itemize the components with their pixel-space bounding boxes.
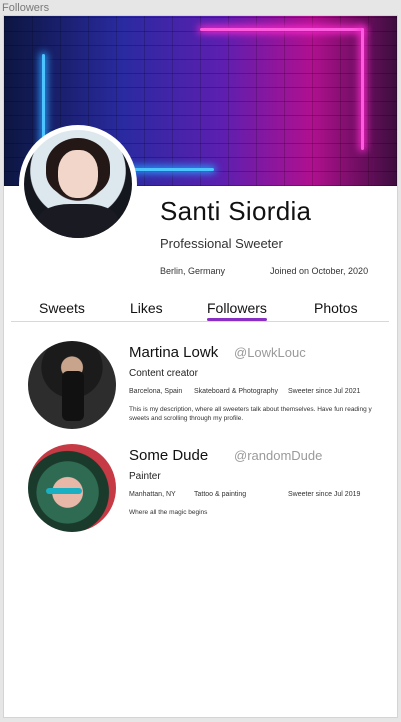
neon-line: [124, 168, 214, 171]
follower-name[interactable]: Martina Lowk: [129, 344, 218, 361]
profile-avatar-image: [24, 130, 132, 238]
profile-location: Berlin, Germany: [160, 266, 226, 276]
follower-interests: Skateboard & Photography: [194, 388, 279, 395]
follower-location: Manhattan, NY: [129, 491, 176, 498]
avatar-figure: [62, 371, 84, 421]
profile-joined: Joined on October, 2020: [270, 266, 369, 276]
follower-avatar[interactable]: [28, 444, 116, 532]
follower-handle[interactable]: @LowkLouc: [234, 345, 306, 360]
follower-avatar[interactable]: [28, 341, 116, 429]
profile-avatar[interactable]: [19, 125, 137, 243]
follower-description: This is my description, where all sweete…: [129, 406, 372, 422]
tab-followers[interactable]: Followers: [207, 300, 267, 321]
avatar-body: [38, 204, 118, 238]
follower-role: Content creator: [129, 368, 198, 379]
follower-location: Barcelona, Spain: [129, 388, 183, 395]
follower-name[interactable]: Some Dude: [129, 447, 208, 464]
avatar-figure: [46, 488, 82, 494]
follower-handle[interactable]: @randomDude: [234, 448, 322, 463]
tab-likes[interactable]: Likes: [130, 300, 163, 316]
follower-interests: Tattoo & painting: [194, 491, 247, 498]
profile-title: Professional Sweeter: [160, 236, 283, 251]
profile-screen: Santi Siordia Professional Sweeter Berli…: [3, 15, 398, 718]
follower-since: Sweeter since Jul 2021: [288, 388, 361, 395]
neon-line: [361, 28, 364, 150]
follower-description: Where all the magic begins: [129, 509, 208, 516]
tab-sweets[interactable]: Sweets: [39, 300, 85, 316]
tab-photos[interactable]: Photos: [314, 300, 358, 316]
profile-tabs: Sweets Likes Followers Photos: [11, 300, 389, 322]
profile-name: Santi Siordia: [160, 196, 312, 226]
neon-line: [200, 28, 364, 31]
frame-label: Followers: [2, 2, 50, 14]
avatar-face: [58, 150, 98, 198]
follower-role: Painter: [129, 471, 161, 482]
follower-since: Sweeter since Jul 2019: [288, 491, 361, 498]
